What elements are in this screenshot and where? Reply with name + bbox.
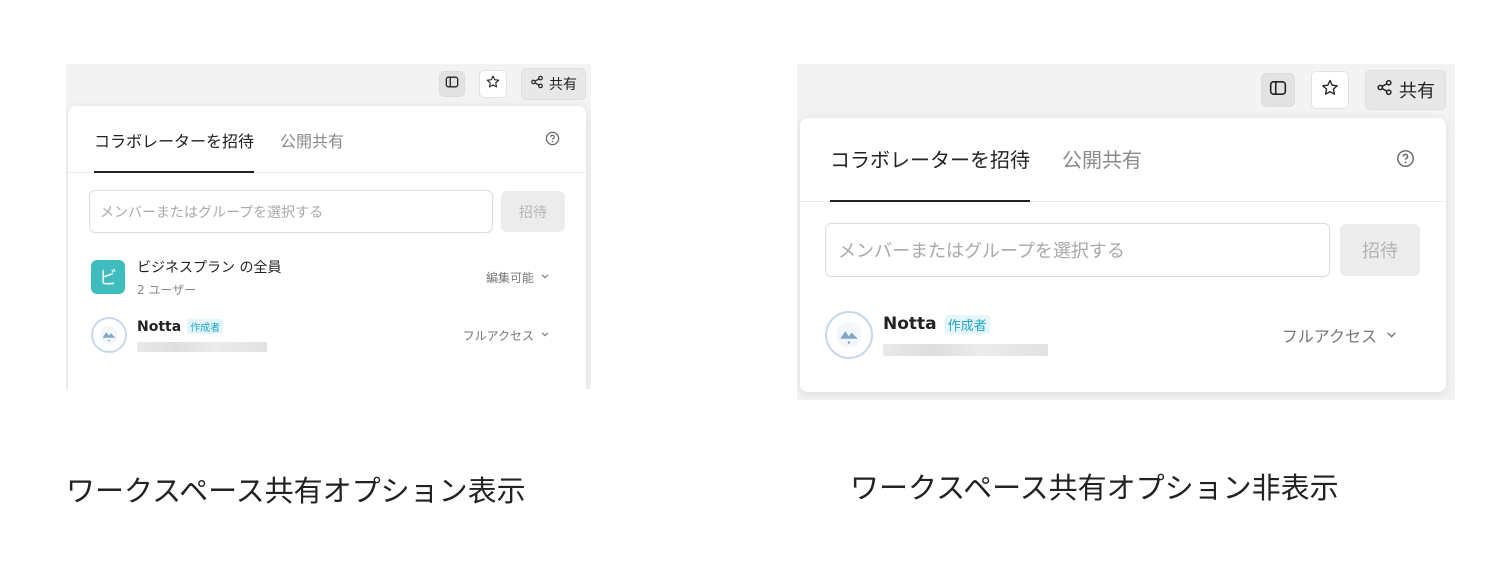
permission-label: 編集可能 [485,270,534,285]
member-name: ビジネスプラン の全員 [137,259,282,276]
member-row-workspace: ビ ビジネスプラン の全員 2 ユーザー 編集可能 [91,255,550,299]
member-name: Notta [883,314,937,334]
sidebar-icon [445,75,459,93]
sidebar-icon [1269,79,1287,101]
member-name-line: Notta 作成者 [137,319,267,335]
permission-label: フルアクセス [462,328,534,343]
share-panel: コラボレーターを招待 公開共有 メンバーまたはグループを選択する 招待 Nott… [800,118,1446,392]
toolbar: 共有 [66,64,591,104]
share-icon [1376,79,1393,101]
share-label: 共有 [549,77,577,93]
member-row-owner: Notta 作成者 フルアクセス [91,313,550,357]
share-button[interactable]: 共有 [521,68,586,100]
member-count: 2 ユーザー [137,282,197,297]
screenshot-hidden: 共有 コラボレーターを招待 公開共有 メンバーまたはグループを選択する 招待 N… [797,64,1455,400]
member-search-input[interactable]: メンバーまたはグループを選択する [825,223,1330,277]
star-icon [485,74,501,94]
tab-bar: コラボレーターを招待 公開共有 [800,118,1446,202]
owner-badge: 作成者 [944,314,990,334]
owner-badge: 作成者 [187,319,224,334]
permission-dropdown[interactable]: フルアクセス [1282,323,1398,347]
member-row-owner: Notta 作成者 フルアクセス [825,309,1398,361]
chevron-down-icon [540,328,550,342]
toolbar: 共有 [797,64,1455,116]
share-button[interactable]: 共有 [1365,70,1446,110]
workspace-avatar: ビ [91,260,125,294]
invite-row: メンバーまたはグループを選択する 招待 [89,190,565,233]
member-info: ビジネスプラン の全員 2 ユーザー [137,257,281,298]
share-label: 共有 [1399,81,1435,102]
screenshot-shown: 共有 コラボレーターを招待 公開共有 メンバーまたはグループを選択する 招待 ビ… [66,64,591,389]
help-icon[interactable] [545,131,560,146]
share-icon [530,75,544,93]
sidebar-toggle-button[interactable] [439,71,465,97]
avatar-icon [91,317,127,353]
tab-public-share[interactable]: 公開共有 [280,128,344,172]
permission-dropdown[interactable]: 編集可能 [486,269,550,286]
permission-label: フルアクセス [1281,327,1377,346]
blurred-email [883,344,1048,356]
member-info: Notta 作成者 [137,319,267,352]
help-icon[interactable] [1396,149,1415,168]
favorite-button[interactable] [479,70,507,98]
sidebar-toggle-button[interactable] [1261,73,1295,107]
invite-row: メンバーまたはグループを選択する 招待 [825,223,1420,277]
tab-invite-collaborators[interactable]: コラボレーターを招待 [830,144,1030,202]
member-info: Notta 作成者 [883,314,1048,356]
star-icon [1320,78,1340,102]
chevron-down-icon [540,270,550,284]
avatar-icon [825,311,873,359]
tab-invite-collaborators[interactable]: コラボレーターを招待 [94,128,255,173]
caption-hidden: ワークスペース共有オプション非表示 [850,471,1339,505]
permission-dropdown[interactable]: フルアクセス [463,327,550,344]
tab-bar: コラボレーターを招待 公開共有 [68,106,586,173]
caption-shown: ワークスペース共有オプション表示 [66,474,526,508]
favorite-button[interactable] [1311,71,1349,109]
member-name-line: Notta 作成者 [883,314,1048,334]
member-search-input[interactable]: メンバーまたはグループを選択する [89,190,493,233]
share-panel: コラボレーターを招待 公開共有 メンバーまたはグループを選択する 招待 ビ ビジ… [68,106,586,389]
tab-public-share[interactable]: 公開共有 [1062,144,1142,201]
member-name: Notta [137,318,182,335]
blurred-email [137,341,267,352]
invite-button[interactable]: 招待 [1340,224,1420,276]
chevron-down-icon [1385,326,1398,345]
invite-button[interactable]: 招待 [501,191,565,232]
